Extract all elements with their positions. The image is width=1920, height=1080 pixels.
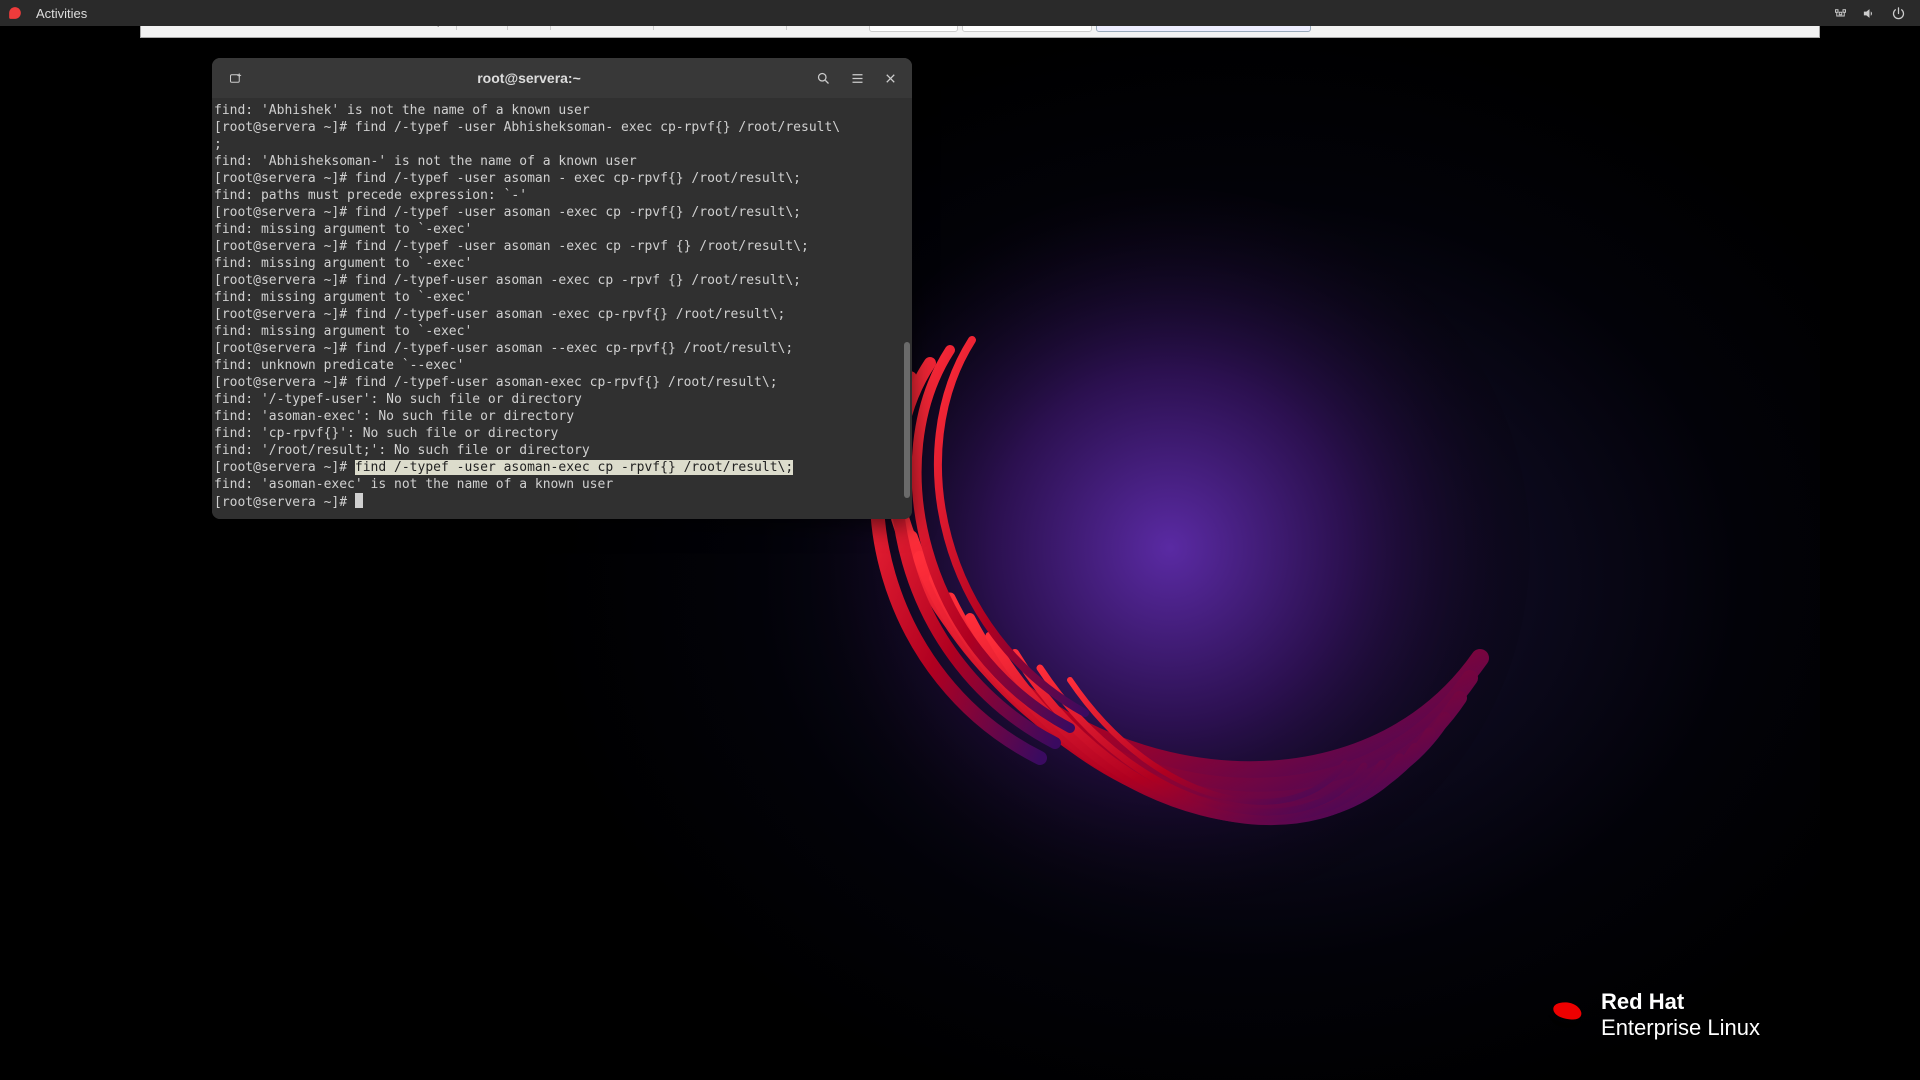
- logo-line2: Enterprise Linux: [1601, 1015, 1760, 1040]
- host-topbar: Activities: [0, 0, 1920, 26]
- fedora-icon: [8, 6, 22, 20]
- logo-line1: Red Hat: [1601, 989, 1760, 1014]
- terminal-titlebar[interactable]: root@servera:~: [212, 58, 912, 98]
- scrollbar-thumb[interactable]: [904, 342, 910, 499]
- activities-button[interactable]: Activities: [28, 2, 95, 25]
- power-icon[interactable]: [1891, 6, 1906, 21]
- terminal-content[interactable]: find: 'Abhishek' is not the name of a kn…: [212, 98, 912, 519]
- rhel-logo: Red Hat Enterprise Linux: [1543, 989, 1760, 1040]
- volume-icon[interactable]: [1862, 6, 1877, 21]
- terminal-title: root@servera:~: [250, 70, 808, 86]
- guest-desktop: Red Hat Enterprise Linux root@servera:~ …: [140, 38, 1820, 1080]
- menu-button[interactable]: [842, 64, 872, 92]
- search-button[interactable]: [808, 64, 838, 92]
- network-icon[interactable]: [1833, 6, 1848, 21]
- redhat-icon: [1543, 997, 1587, 1033]
- new-tab-button[interactable]: [220, 64, 250, 92]
- scrollbar[interactable]: [902, 102, 910, 515]
- terminal-window[interactable]: root@servera:~ find: 'Abhishek' is not t…: [212, 58, 912, 519]
- close-terminal-button[interactable]: [876, 64, 904, 92]
